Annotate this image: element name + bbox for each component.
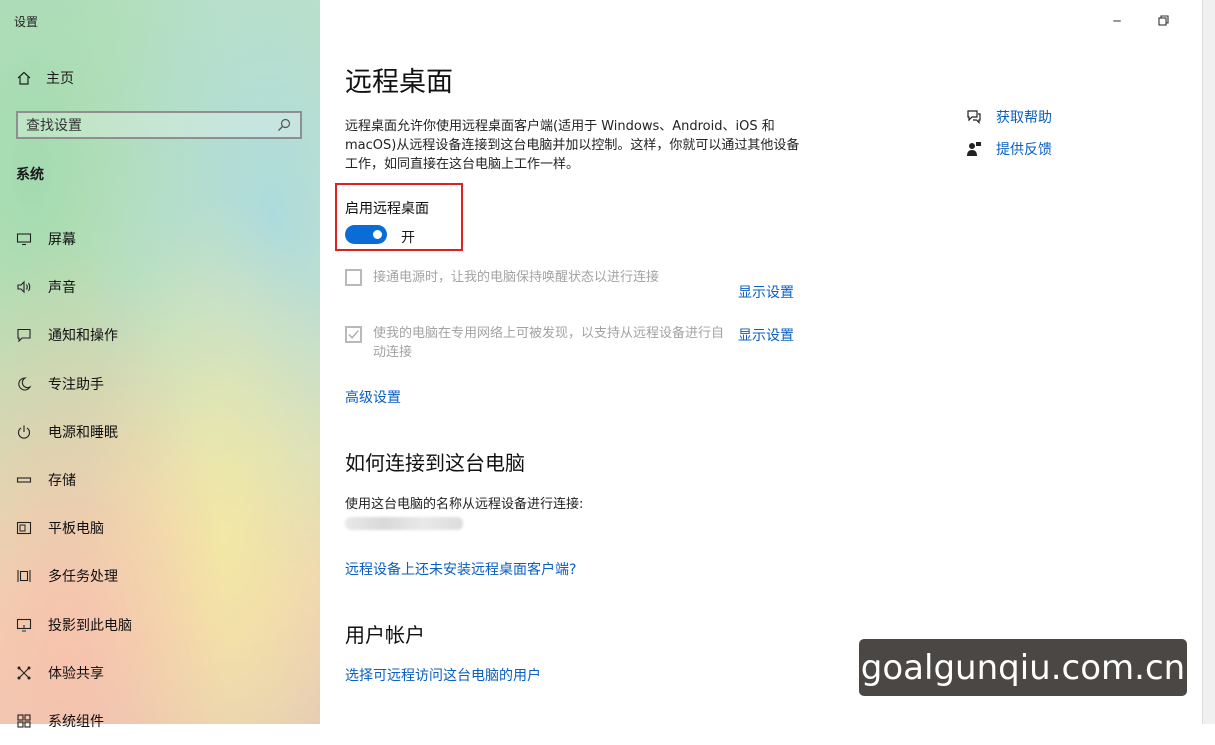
- feedback-row[interactable]: 提供反馈: [966, 139, 1052, 159]
- keep-awake-checkbox[interactable]: [345, 269, 362, 286]
- sidebar-item-tablet[interactable]: 平板电脑: [16, 504, 132, 552]
- sidebar: 设置 主页 查找设置 系统 屏幕 声音 通知和操作 专注助手 电源和睡眠 存储 …: [0, 0, 320, 730]
- select-users-link[interactable]: 选择可远程访问这台电脑的用户: [345, 665, 541, 685]
- sidebar-item-focus-assist[interactable]: 专注助手: [16, 360, 132, 408]
- sidebar-item-storage[interactable]: 存储: [16, 456, 132, 504]
- sidebar-item-label: 专注助手: [48, 376, 104, 393]
- notification-icon: [16, 327, 32, 343]
- monitor-icon: [16, 231, 32, 247]
- watermark: goalgunqiu.com.cn: [859, 639, 1187, 696]
- discoverable-checkbox[interactable]: [345, 326, 362, 343]
- display-settings-link-2[interactable]: 显示设置: [738, 325, 794, 345]
- sidebar-item-label: 投影到此电脑: [48, 617, 132, 634]
- main-content: ─ 远程桌面 远程桌面允许你使用远程桌面客户端(适用于 Windows、Andr…: [320, 0, 1215, 724]
- toggle-knob: [373, 230, 382, 239]
- sidebar-item-power[interactable]: 电源和睡眠: [16, 408, 132, 456]
- sidebar-item-notifications[interactable]: 通知和操作: [16, 311, 132, 359]
- project-icon: [16, 617, 32, 633]
- tablet-icon: [16, 520, 32, 536]
- moon-icon: [16, 376, 32, 392]
- sound-icon: [16, 279, 32, 295]
- sidebar-item-display[interactable]: 屏幕: [16, 215, 132, 263]
- sidebar-item-project[interactable]: 投影到此电脑: [16, 601, 132, 649]
- connect-instructions: 使用这台电脑的名称从远程设备进行连接:: [345, 497, 584, 512]
- advanced-settings-link[interactable]: 高级设置: [345, 387, 401, 407]
- keep-awake-text: 接通电源时，让我的电脑保持唤醒状态以进行连接: [373, 270, 660, 285]
- pc-name-redacted: [345, 517, 463, 530]
- sidebar-item-sound[interactable]: 声音: [16, 263, 132, 311]
- sidebar-item-multitasking[interactable]: 多任务处理: [16, 552, 132, 600]
- check-icon: [348, 330, 359, 339]
- feedback-link[interactable]: 提供反馈: [996, 139, 1052, 159]
- page-title: 远程桌面: [345, 67, 453, 98]
- restore-button[interactable]: [1148, 10, 1178, 32]
- discoverable-text: 使我的电脑在专用网络上可被发现，以支持从远程设备进行自动连接: [373, 326, 725, 360]
- get-help-row[interactable]: 获取帮助: [966, 107, 1052, 127]
- sidebar-item-shared-experiences[interactable]: 体验共享: [16, 649, 132, 697]
- sidebar-item-label: 声音: [48, 280, 76, 297]
- toggle-state-text: 开: [401, 230, 415, 246]
- power-icon: [16, 424, 32, 440]
- multitask-icon: [16, 568, 32, 584]
- restore-icon: [1155, 13, 1171, 29]
- home-icon: [16, 70, 32, 86]
- connect-heading: 如何连接到这台电脑: [345, 451, 525, 475]
- client-not-installed-link[interactable]: 远程设备上还未安装远程桌面客户端?: [345, 559, 576, 579]
- get-help-link[interactable]: 获取帮助: [996, 107, 1052, 127]
- remote-desktop-toggle-label: 启用远程桌面: [345, 201, 429, 217]
- sidebar-item-label: 电源和睡眠: [48, 424, 118, 441]
- home-nav-item[interactable]: 主页: [16, 68, 74, 88]
- sidebar-item-label: 存储: [48, 473, 76, 490]
- sidebar-item-label: 屏幕: [48, 232, 76, 249]
- sidebar-nav: 屏幕 声音 通知和操作 专注助手 电源和睡眠 存储 平板电脑 多任务处理 投影到…: [16, 215, 132, 745]
- page-description: 远程桌面允许你使用远程桌面客户端(适用于 Windows、Android、iOS…: [345, 119, 800, 172]
- window-title: 设置: [14, 15, 39, 29]
- section-title: 系统: [16, 167, 44, 183]
- search-icon: [276, 117, 292, 133]
- minimize-button[interactable]: ─: [1102, 10, 1132, 32]
- feedback-icon: [966, 141, 982, 157]
- sidebar-item-label: 多任务处理: [48, 569, 118, 586]
- chat-help-icon: [966, 109, 982, 125]
- sidebar-item-components[interactable]: 系统组件: [16, 697, 132, 745]
- display-settings-link[interactable]: 显示设置: [738, 282, 794, 302]
- search-placeholder: 查找设置: [26, 118, 82, 134]
- user-accounts-heading: 用户帐户: [345, 623, 425, 647]
- sidebar-item-label: 通知和操作: [48, 328, 118, 345]
- search-input[interactable]: 查找设置: [16, 111, 302, 139]
- remote-desktop-toggle[interactable]: [345, 225, 387, 244]
- share-icon: [16, 665, 32, 681]
- sidebar-item-label: 平板电脑: [48, 521, 104, 538]
- minimize-icon: ─: [1113, 14, 1121, 28]
- sidebar-item-label: 体验共享: [48, 665, 104, 682]
- sidebar-item-label: 系统组件: [48, 713, 104, 730]
- storage-icon: [16, 472, 32, 488]
- components-icon: [16, 713, 32, 729]
- home-label: 主页: [46, 71, 74, 87]
- window-edge: [1202, 0, 1215, 724]
